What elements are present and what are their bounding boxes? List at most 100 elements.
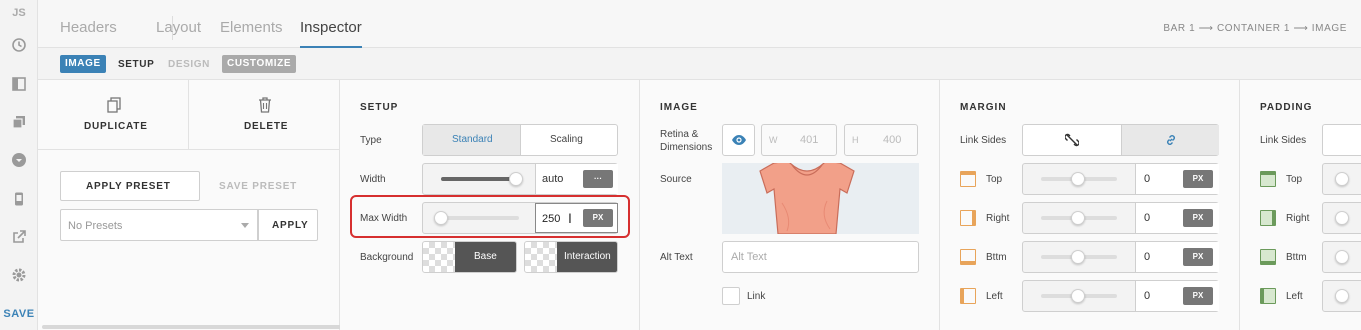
margin-left-slider-handle[interactable] [1071, 289, 1085, 303]
delete-button[interactable]: DELETE [189, 80, 340, 150]
max-width-label: Max Width [360, 213, 408, 224]
width-control: auto ··· [422, 163, 618, 195]
h-label: H [852, 135, 859, 145]
padding-top-slider-handle[interactable] [1335, 172, 1349, 186]
tab-inspector[interactable]: Inspector [300, 19, 362, 36]
margin-top-slider-handle[interactable] [1071, 172, 1085, 186]
margin-right-value: 0 [1144, 212, 1151, 224]
save-button[interactable]: SAVE [0, 301, 38, 327]
padding-left-label: Left [1286, 291, 1303, 302]
margin-unlink-option[interactable] [1023, 125, 1121, 155]
margin-bottom-icon [960, 249, 976, 265]
padding-left-slider-handle[interactable] [1335, 289, 1349, 303]
max-width-unit-button[interactable]: PX [583, 209, 613, 227]
background-base-button[interactable]: Base [422, 241, 517, 273]
width-dimension-field[interactable]: W 401 [761, 124, 837, 156]
padding-top-icon [1260, 171, 1276, 187]
type-scaling-option[interactable]: Scaling [550, 134, 583, 145]
layout-panel-icon[interactable] [0, 71, 38, 97]
padding-right-slider-handle[interactable] [1335, 211, 1349, 225]
type-standard-option[interactable]: Standard [423, 125, 521, 155]
dropdown-circle-icon[interactable] [0, 147, 38, 173]
js-icon[interactable]: JS [0, 0, 38, 26]
margin-right-unit-button[interactable]: PX [1183, 209, 1213, 227]
width-value: auto [542, 173, 564, 185]
type-toggle: Standard Scaling [422, 124, 618, 156]
image-heading: IMAGE [660, 102, 698, 113]
presets-select[interactable]: No Presets [60, 209, 258, 241]
image-badge[interactable]: IMAGE [60, 55, 106, 73]
max-width-slider-handle[interactable] [434, 211, 448, 225]
source-image-preview[interactable] [722, 163, 919, 234]
padding-bottom-control[interactable] [1322, 241, 1361, 273]
background-interaction-label: Interaction [564, 251, 611, 262]
margin-bottom-unit-button[interactable]: PX [1183, 248, 1213, 266]
alt-text-input[interactable]: Alt Text [722, 241, 919, 273]
text-cursor-icon: I [568, 210, 572, 226]
apply-preset-label: APPLY PRESET [86, 181, 171, 192]
unlink-icon [1065, 133, 1079, 147]
padding-bottom-icon [1260, 249, 1276, 265]
width-menu-button[interactable]: ··· [583, 170, 613, 188]
margin-link-sides-label: Link Sides [960, 135, 1007, 146]
background-label: Background [360, 252, 414, 263]
padding-top-label: Top [1286, 174, 1303, 185]
icon-rail: JS SAVE [0, 0, 38, 330]
padding-left-control[interactable] [1322, 280, 1361, 312]
height-dimension-field[interactable]: H 400 [844, 124, 918, 156]
pages-icon[interactable] [0, 109, 38, 135]
max-width-control: 250 I PX [422, 202, 618, 234]
margin-link-option[interactable] [1121, 125, 1219, 155]
padding-right-label: Right [1286, 213, 1310, 224]
margin-left-unit-button[interactable]: PX [1183, 287, 1213, 305]
margin-link-toggle [1022, 124, 1219, 156]
save-preset-button[interactable]: SAVE PRESET [219, 181, 297, 192]
tab-elements[interactable]: Elements [220, 19, 283, 36]
margin-top-value: 0 [1144, 173, 1151, 185]
external-link-icon[interactable] [0, 224, 38, 250]
chevron-down-icon [241, 223, 249, 228]
sub-tab-bar: IMAGE SETUP DESIGN CUSTOMIZE [38, 48, 1361, 80]
tab-layout[interactable]: Layout [156, 19, 201, 36]
margin-top-control: 0 PX [1022, 163, 1219, 195]
margin-top-unit-button[interactable]: PX [1183, 170, 1213, 188]
tab-design[interactable]: DESIGN [168, 59, 210, 70]
background-base-label: Base [474, 251, 497, 262]
max-width-value: 250 [542, 213, 561, 225]
breadcrumb: BAR 1 ⟶ CONTAINER 1 ⟶ IMAGE [1163, 23, 1347, 34]
padding-link-sides-label: Link Sides [1260, 135, 1307, 146]
history-icon[interactable] [0, 32, 38, 58]
margin-heading: MARGIN [960, 102, 1007, 113]
padding-bottom-slider-handle[interactable] [1335, 250, 1349, 264]
duplicate-button[interactable]: DUPLICATE [38, 80, 189, 150]
padding-top-control[interactable] [1322, 163, 1361, 195]
tab-setup[interactable]: SETUP [118, 59, 154, 70]
image-panel: IMAGE Retina & Dimensions W 401 H 400 So… [640, 80, 940, 330]
tab-customize[interactable]: CUSTOMIZE [222, 55, 297, 73]
margin-bottom-slider-handle[interactable] [1071, 250, 1085, 264]
padding-link-toggle[interactable] [1322, 124, 1361, 156]
margin-left-value: 0 [1144, 290, 1151, 302]
padding-right-control[interactable] [1322, 202, 1361, 234]
device-icon[interactable] [0, 186, 38, 212]
retina-toggle[interactable] [722, 124, 755, 156]
width-slider-track[interactable] [441, 177, 519, 181]
apply-label: APPLY [272, 220, 309, 231]
w-label: W [769, 135, 778, 145]
margin-left-label: Left [986, 291, 1003, 302]
actions-panel: DUPLICATE DELETE APPLY PRESET SAVE PRESE… [38, 80, 686, 330]
link-checkbox[interactable] [722, 287, 740, 305]
apply-preset-button[interactable]: APPLY PRESET [60, 171, 200, 201]
background-interaction-button[interactable]: Interaction [524, 241, 618, 273]
settings-icon[interactable] [0, 262, 38, 288]
top-tab-bar: Headers Layout Elements Inspector BAR 1 … [38, 0, 1361, 48]
margin-right-slider-handle[interactable] [1071, 211, 1085, 225]
apply-button[interactable]: APPLY [258, 209, 318, 241]
max-width-slider-track[interactable] [441, 216, 519, 220]
link-icon [1167, 135, 1175, 145]
padding-bottom-label: Bttm [1286, 252, 1307, 263]
trash-icon [259, 97, 271, 113]
width-slider-handle[interactable] [509, 172, 523, 186]
tab-headers[interactable]: Headers [60, 19, 117, 36]
margin-right-control: 0 PX [1022, 202, 1219, 234]
